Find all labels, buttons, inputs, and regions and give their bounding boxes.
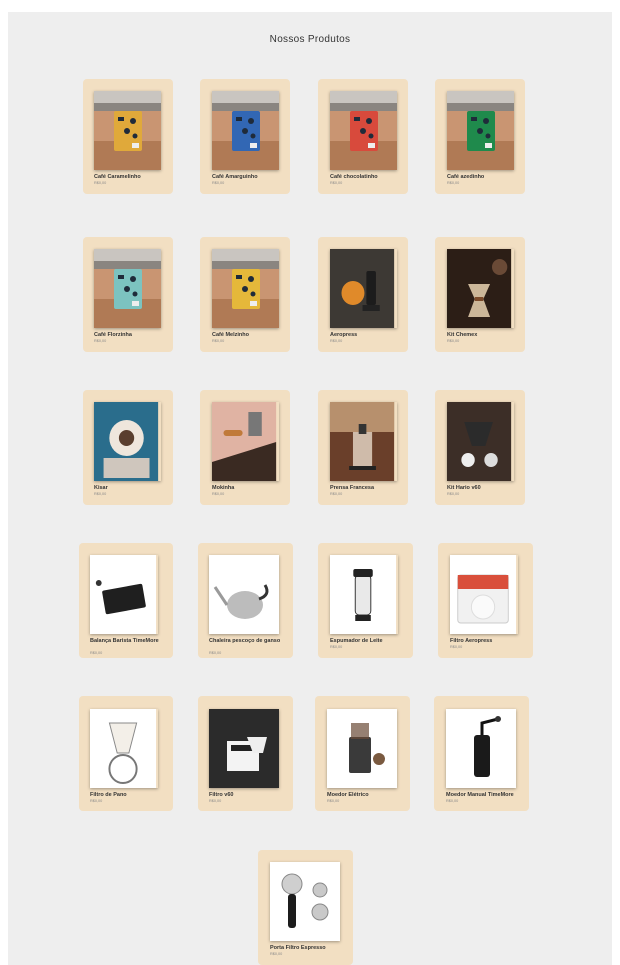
aeropress-icon[interactable]	[330, 249, 397, 328]
product-name: Aeropress	[330, 332, 358, 338]
chemex-icon[interactable]	[447, 249, 514, 328]
product-price: R$0,00	[330, 645, 343, 649]
aeropress-filter-icon[interactable]	[450, 555, 518, 634]
coffee-bag-icon[interactable]	[447, 91, 514, 170]
product-name: Filtro v60	[209, 792, 234, 798]
product-price: R$0,00	[94, 339, 107, 343]
milk-frother-icon[interactable]	[330, 555, 398, 634]
product-card[interactable]: Café Caramelinho R$0,00	[83, 79, 173, 194]
grinder-photo-icon[interactable]	[94, 402, 161, 481]
product-name: Café azedinho	[447, 174, 485, 180]
product-name: Moedor Elétrico	[327, 792, 369, 798]
product-name: Chaleira pescoço de ganso	[209, 638, 281, 644]
product-card[interactable]: Balança Barista TimeMore R$0,00	[79, 543, 173, 658]
product-price: R$0,00	[447, 181, 460, 185]
product-name: Kisar	[94, 485, 108, 491]
product-card[interactable]: Café Melzinho R$0,00	[200, 237, 290, 352]
product-card[interactable]: Café Florzinha R$0,00	[83, 237, 173, 352]
scale-icon[interactable]	[90, 555, 158, 634]
product-price: R$0,00	[209, 799, 222, 803]
product-name: Café Amarguinho	[212, 174, 258, 180]
moka-pot-icon[interactable]	[212, 402, 279, 481]
electric-grinder-icon[interactable]	[327, 709, 397, 788]
paper-filter-icon[interactable]	[209, 709, 279, 788]
coffee-bag-icon[interactable]	[212, 249, 279, 328]
page-title: Nossos Produtos	[269, 34, 351, 45]
product-name: Café Florzinha	[94, 332, 132, 338]
product-price: R$0,00	[330, 492, 343, 496]
french-press-icon[interactable]	[330, 402, 397, 481]
product-card[interactable]: Chaleira pescoço de ganso R$0,00	[198, 543, 293, 658]
product-price: R$0,00	[94, 492, 107, 496]
cloth-filter-icon[interactable]	[90, 709, 158, 788]
product-card[interactable]: Filtro de Pano R$0,00	[79, 696, 173, 811]
product-name: Porta Filtro Espresso	[270, 945, 326, 951]
product-name: Kit Hario v60	[447, 485, 481, 491]
product-card[interactable]: Café azedinho R$0,00	[435, 79, 525, 194]
product-card[interactable]: Espumador de Leite R$0,00	[318, 543, 413, 658]
product-price: R$0,00	[212, 492, 225, 496]
product-name: Filtro Aeropress	[450, 638, 493, 644]
product-card[interactable]: Kit Chemex R$0,00	[435, 237, 525, 352]
coffee-bag-icon[interactable]	[94, 249, 161, 328]
product-card[interactable]: Aeropress R$0,00	[318, 237, 408, 352]
v60-kit-icon[interactable]	[447, 402, 514, 481]
coffee-bag-icon[interactable]	[330, 91, 397, 170]
product-name: Filtro de Pano	[90, 792, 127, 798]
kettle-icon[interactable]	[209, 555, 279, 634]
product-price: R$0,00	[330, 339, 343, 343]
product-price: R$0,00	[212, 181, 225, 185]
product-price: R$0,00	[94, 181, 107, 185]
product-name: Café Caramelinho	[94, 174, 141, 180]
product-price: R$0,00	[209, 651, 222, 655]
product-price: R$0,00	[270, 952, 283, 956]
product-price: R$0,00	[447, 492, 460, 496]
product-price: R$0,00	[90, 799, 103, 803]
product-card[interactable]: Mokinha R$0,00	[200, 390, 290, 505]
product-name: Kit Chemex	[447, 332, 478, 338]
product-name: Moedor Manual TimeMore	[446, 792, 514, 798]
manual-grinder-icon[interactable]	[446, 709, 516, 788]
product-card[interactable]: Café chocolatinho R$0,00	[318, 79, 408, 194]
product-name: Café chocolatinho	[330, 174, 378, 180]
product-card[interactable]: Moedor Manual TimeMore R$0,00	[434, 696, 529, 811]
product-price: R$0,00	[450, 645, 463, 649]
product-price: R$0,00	[330, 181, 343, 185]
coffee-bag-icon[interactable]	[94, 91, 161, 170]
product-price: R$0,00	[446, 799, 459, 803]
product-price: R$0,00	[212, 339, 225, 343]
coffee-bag-icon[interactable]	[212, 91, 279, 170]
product-card[interactable]: Kisar R$0,00	[83, 390, 173, 505]
product-card[interactable]: Café Amarguinho R$0,00	[200, 79, 290, 194]
product-name: Mokinha	[212, 485, 235, 491]
product-name: Balança Barista TimeMore	[90, 638, 159, 644]
products-page: Nossos Produtos Café Caramelinho R$0,00 C…	[8, 12, 612, 965]
product-card[interactable]: Porta Filtro Espresso R$0,00	[258, 850, 353, 965]
product-card[interactable]: Kit Hario v60 R$0,00	[435, 390, 525, 505]
product-price: R$0,00	[90, 651, 103, 655]
product-name: Prensa Francesa	[330, 485, 375, 491]
portafilter-icon[interactable]	[270, 862, 340, 941]
product-price: R$0,00	[447, 339, 460, 343]
product-name: Espumador de Leite	[330, 638, 383, 644]
product-card[interactable]: Moedor Elétrico R$0,00	[315, 696, 410, 811]
product-card[interactable]: Filtro Aeropress R$0,00	[438, 543, 533, 658]
product-card[interactable]: Filtro v60 R$0,00	[198, 696, 293, 811]
product-price: R$0,00	[327, 799, 340, 803]
product-card[interactable]: Prensa Francesa R$0,00	[318, 390, 408, 505]
product-name: Café Melzinho	[212, 332, 249, 338]
